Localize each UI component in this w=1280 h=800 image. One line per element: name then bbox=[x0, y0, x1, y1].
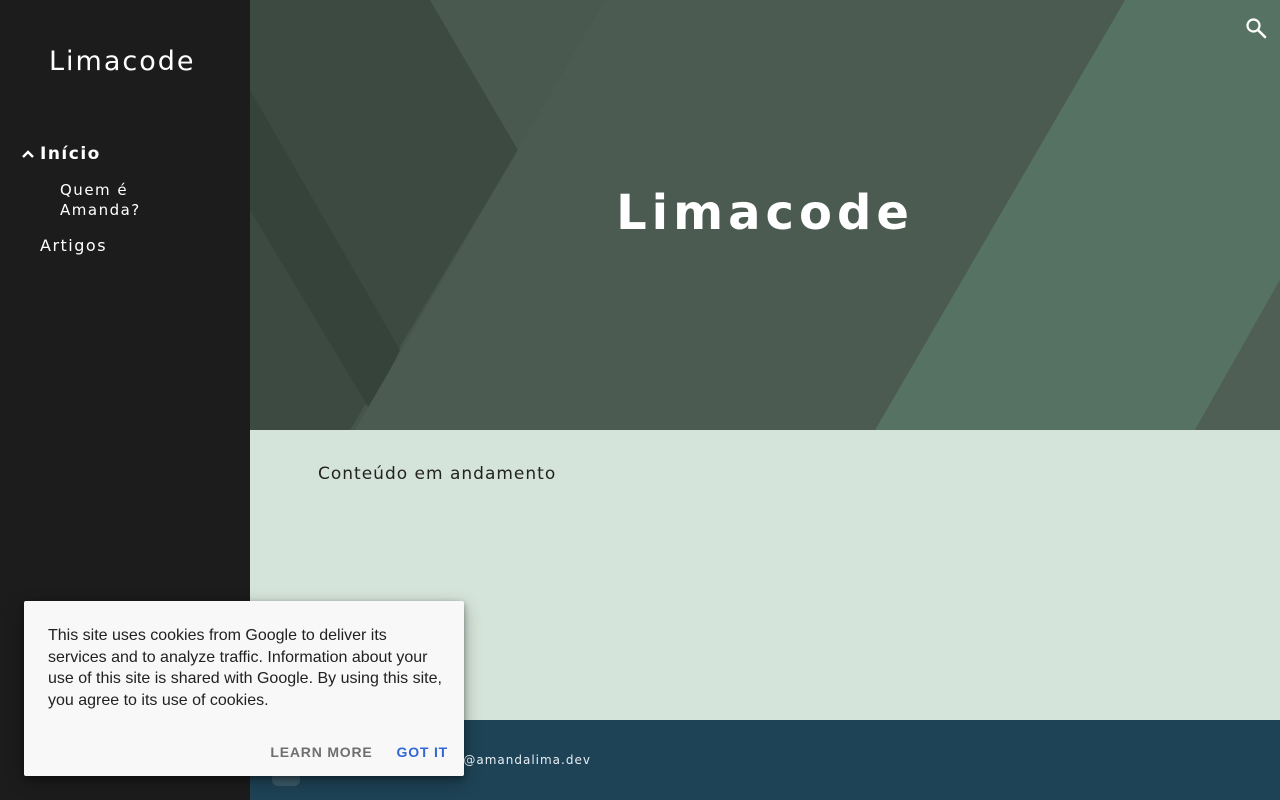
cookie-message: This site uses cookies from Google to de… bbox=[48, 627, 442, 709]
nav-item-inicio[interactable]: Início bbox=[40, 144, 101, 164]
cookie-actions: Learn more Got it bbox=[270, 744, 448, 760]
hero-title: Limacode bbox=[616, 185, 914, 241]
got-it-button[interactable]: Got it bbox=[397, 744, 448, 760]
chevron-up-icon[interactable] bbox=[20, 146, 36, 162]
footer-email-link[interactable]: a@amandalima.dev bbox=[455, 753, 591, 767]
search-icon[interactable] bbox=[1244, 16, 1268, 40]
site-brand[interactable]: Limacode bbox=[49, 46, 196, 77]
nav-item-quem-e-amanda[interactable]: Quem é Amanda? bbox=[60, 180, 180, 220]
nav-item-artigos[interactable]: Artigos bbox=[40, 236, 107, 255]
learn-more-button[interactable]: Learn more bbox=[270, 744, 372, 760]
content-status-text: Conteúdo em andamento bbox=[318, 464, 557, 484]
cookie-banner: This site uses cookies from Google to de… bbox=[24, 601, 464, 776]
hero-banner: Limacode bbox=[250, 0, 1280, 430]
